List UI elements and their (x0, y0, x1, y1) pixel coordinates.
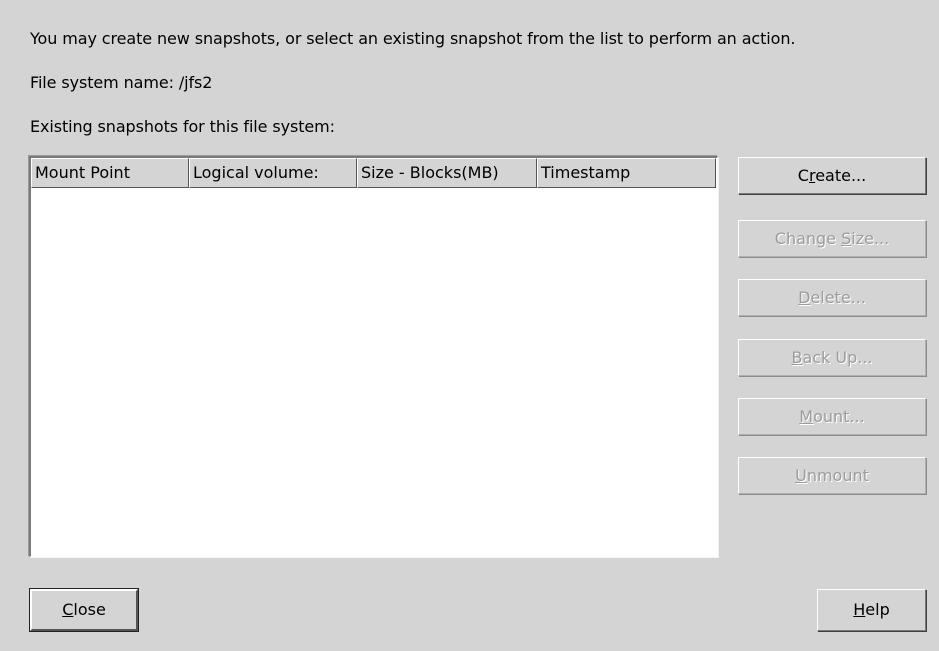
column-header-size[interactable]: Size - Blocks(MB) (357, 158, 537, 188)
change-size-button[interactable]: Change Size... (738, 220, 926, 257)
mount-button[interactable]: Mount... (738, 398, 926, 435)
column-header-mount-point[interactable]: Mount Point (31, 158, 189, 188)
create-label-rest: eate... (815, 166, 867, 185)
close-button[interactable]: Close (30, 589, 138, 631)
close-label-rest: lose (73, 600, 106, 619)
close-mnemonic: C (62, 600, 74, 619)
file-system-name-label: File system name: /jfs2 (30, 73, 213, 92)
column-header-timestamp[interactable]: Timestamp (537, 158, 716, 188)
table-header: Mount Point Logical volume: Size - Block… (31, 158, 716, 188)
mount-mnemonic: M (799, 407, 814, 426)
back-up-mnemonic: B (791, 348, 803, 367)
change-size-label-rest: ize... (851, 229, 890, 248)
existing-snapshots-label: Existing snapshots for this file system: (30, 117, 335, 136)
delete-label-rest: elete... (810, 288, 866, 307)
unmount-button[interactable]: Unmount (738, 457, 926, 494)
back-up-label-rest: ack Up... (802, 348, 873, 367)
snapshots-table[interactable]: Mount Point Logical volume: Size - Block… (29, 156, 718, 557)
delete-mnemonic: D (798, 288, 811, 307)
intro-text: You may create new snapshots, or select … (30, 29, 796, 48)
help-button[interactable]: Help (817, 589, 926, 631)
create-label: C (797, 166, 809, 185)
create-button[interactable]: Create... (738, 157, 926, 194)
back-up-button[interactable]: Back Up... (738, 339, 926, 376)
change-size-mnemonic: S (841, 229, 852, 248)
delete-button[interactable]: Delete... (738, 279, 926, 316)
help-mnemonic: H (853, 600, 866, 619)
mount-label-rest: ount... (813, 407, 865, 426)
change-size-label: Change (774, 229, 842, 248)
help-label-rest: elp (865, 600, 890, 619)
column-header-logical-volume[interactable]: Logical volume: (189, 158, 357, 188)
unmount-label-rest: nmount (806, 466, 869, 485)
unmount-mnemonic: U (795, 466, 807, 485)
